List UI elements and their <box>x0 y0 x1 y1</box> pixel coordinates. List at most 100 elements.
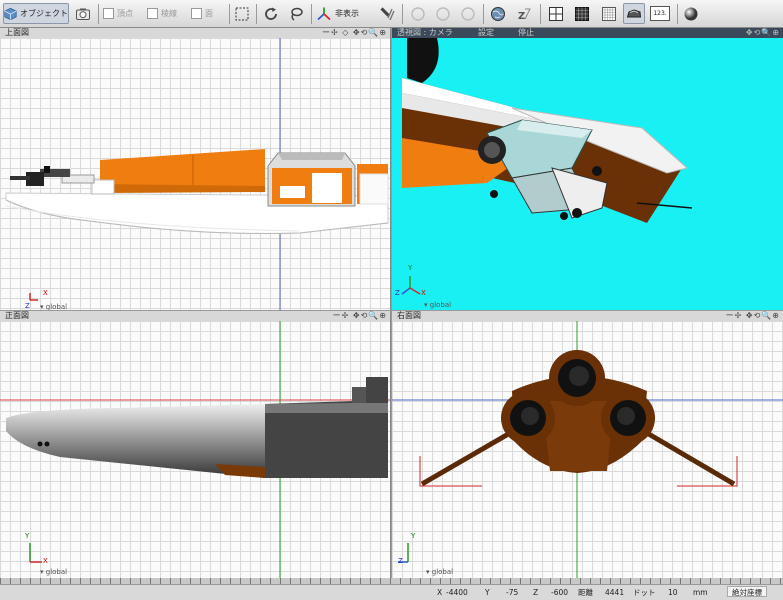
coordinate-space-label[interactable]: ▾ global <box>424 301 451 309</box>
y-coord-value: -75 <box>506 588 519 597</box>
front-viewport[interactable]: 正面図 ー✢ ✥⟲🔍⊕ Y X ▾ global <box>0 311 391 578</box>
distance-value: 4441 <box>605 588 625 597</box>
face-mode-toggle[interactable]: 面 <box>190 3 226 24</box>
four-view-icon <box>549 6 563 21</box>
edge-mode-toggle[interactable]: 稜線 <box>146 3 186 24</box>
rotate-button[interactable] <box>260 3 282 24</box>
lasso-button[interactable] <box>285 3 307 24</box>
separator <box>229 4 230 24</box>
axis-tripod-icon <box>317 7 331 20</box>
rotate-icon <box>265 7 277 20</box>
hide-button[interactable]: 非表示 <box>315 3 365 24</box>
y-coord-label: Y <box>485 588 490 597</box>
axis-y-label: Y <box>25 532 30 540</box>
dot-label: ドット <box>633 588 656 597</box>
circle-icon <box>436 6 450 21</box>
axis-z-label: Z <box>25 302 30 310</box>
edge-label: 稜線 <box>161 9 177 18</box>
coordinate-space-label[interactable]: ▾ global <box>426 568 453 576</box>
rect-select-button[interactable] <box>232 3 252 24</box>
viewport-title: 右面図 <box>397 311 421 320</box>
front-view-model <box>0 321 390 578</box>
perspective-canvas[interactable]: Y Z X ▾ global <box>392 38 783 310</box>
disabled-tool-2[interactable] <box>432 3 454 24</box>
shaded-model-icon <box>626 8 642 17</box>
separator <box>483 4 484 24</box>
sphere-icon <box>684 7 698 20</box>
status-bar: X -4400 Y -75 Z -600 距離 4441 ドット 10 mm 絶… <box>0 584 783 600</box>
rectangle-select-icon <box>235 7 249 20</box>
dot-value: 10 <box>668 588 678 597</box>
xyz-button[interactable]: Z <box>513 3 535 24</box>
object-mode-label: オブジェクト <box>20 9 68 18</box>
tools-button[interactable] <box>376 3 398 24</box>
viewport-title: 透視図 : カメラ <box>397 28 453 37</box>
separator <box>311 4 312 24</box>
side-view-canvas[interactable]: Y Z ▾ global <box>392 321 783 578</box>
settings-tab[interactable]: 設定 <box>478 28 494 38</box>
axis-x-label: X <box>43 289 48 297</box>
view-controls[interactable]: ー✢ ✥⟲🔍⊕ <box>726 311 780 321</box>
view-controls[interactable]: ー✢ ◇ ✥⟲🔍⊕ <box>322 28 387 38</box>
axis-x-label: X <box>421 289 426 297</box>
axis-y-label: Y <box>411 532 416 540</box>
globe-icon <box>491 6 505 21</box>
axis-z-label: Z <box>398 557 403 565</box>
circle-icon <box>461 6 475 21</box>
fine-grid-button[interactable] <box>598 3 620 24</box>
top-view-canvas[interactable]: X Z ▾ global <box>0 38 390 310</box>
stop-tab[interactable]: 停止 <box>518 28 534 38</box>
top-viewport[interactable]: 上面図 ー✢ ◇ ✥⟲🔍⊕ X Z ▾ global <box>0 28 391 310</box>
object-mode-button[interactable]: オブジェクト <box>3 3 69 24</box>
coordinate-space-value: global <box>45 303 68 310</box>
axis-x-label: X <box>43 557 48 565</box>
z-coord-value: -600 <box>551 588 569 597</box>
coordinate-space-value: global <box>45 568 68 576</box>
xyz-axis-icon: Z <box>518 8 531 22</box>
viewport-title: 上面図 <box>5 28 29 37</box>
axis-y-label: Y <box>408 264 413 272</box>
face-checkbox[interactable] <box>191 8 202 19</box>
edge-checkbox[interactable] <box>147 8 158 19</box>
side-viewport[interactable]: 右面図 ー✢ ✥⟲🔍⊕ Y Z ▾ global <box>392 311 783 578</box>
coordinate-space-label[interactable]: ▾ global <box>40 568 67 576</box>
coordinate-space-value: global <box>431 568 454 576</box>
separator <box>256 4 257 24</box>
unit-label: mm <box>693 588 708 597</box>
material-sphere-button[interactable] <box>680 3 702 24</box>
main-toolbar: オブジェクト 頂点 稜線 面 非表示 Z 123. <box>0 0 783 28</box>
perspective-viewport[interactable]: 透視図 : カメラ 設定 停止 ✥⟲🔍⊕ Y Z X ▾ global <box>392 28 783 310</box>
z-coord-label: Z <box>533 588 539 597</box>
grid-button[interactable] <box>571 3 593 24</box>
x-coord-value: -4400 <box>446 588 468 597</box>
vertex-mode-toggle[interactable]: 頂点 <box>102 3 142 24</box>
coordinate-label: 123. <box>650 6 670 21</box>
four-view-button[interactable] <box>545 3 567 24</box>
separator <box>402 4 403 24</box>
cube-icon <box>4 7 17 20</box>
tools-icon <box>380 6 395 20</box>
absolute-coord-toggle[interactable]: 絶対座標 <box>727 586 767 597</box>
view-controls[interactable]: ー✢ ✥⟲🔍⊕ <box>333 311 387 321</box>
side-view-model <box>392 321 783 578</box>
axis-z-label: Z <box>395 289 400 297</box>
lasso-icon <box>291 7 303 21</box>
disabled-tool-1[interactable] <box>407 3 429 24</box>
distance-label: 距離 <box>578 588 593 597</box>
separator <box>98 4 99 24</box>
face-label: 面 <box>205 9 213 18</box>
view-controls[interactable]: ✥⟲🔍⊕ <box>746 28 780 38</box>
front-view-canvas[interactable]: Y X ▾ global <box>0 321 390 578</box>
coordinate-space-label[interactable]: ▾ global <box>40 303 67 310</box>
shaded-view-button[interactable] <box>623 3 645 24</box>
vertex-checkbox[interactable] <box>103 8 114 19</box>
separator <box>540 4 541 24</box>
coordinate-space-value: global <box>429 301 452 309</box>
coordinate-display-button[interactable]: 123. <box>648 3 672 24</box>
camera-icon <box>76 8 90 20</box>
camera-button[interactable] <box>72 3 94 24</box>
disabled-tool-3[interactable] <box>457 3 479 24</box>
vertex-label: 頂点 <box>117 9 133 18</box>
globe-button[interactable] <box>487 3 509 24</box>
viewport-title: 正面図 <box>5 311 29 320</box>
